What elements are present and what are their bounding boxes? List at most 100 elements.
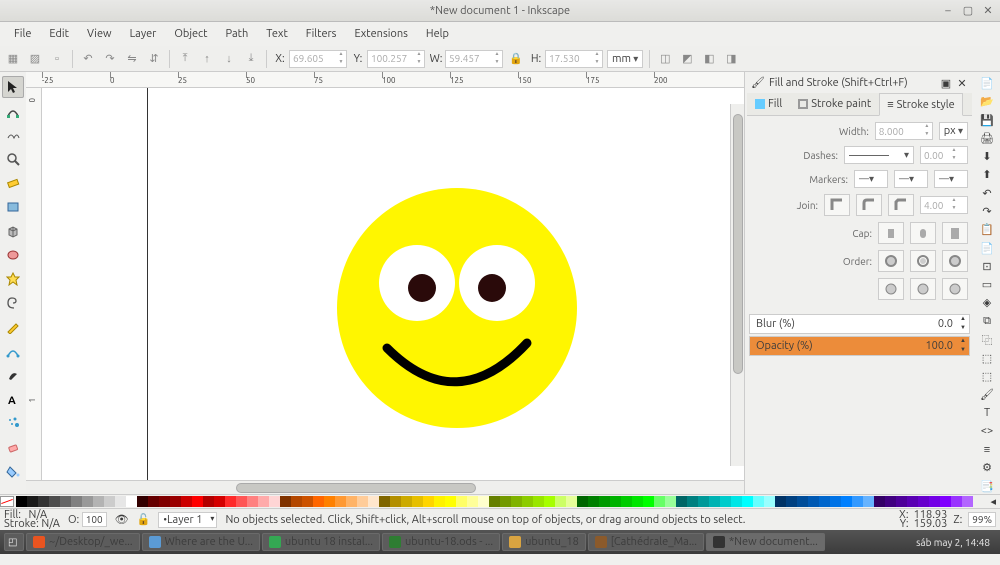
dashes-offset-input[interactable]: ▲▼ (920, 146, 968, 164)
color-swatch[interactable] (896, 496, 907, 507)
group-icon[interactable]: ⬚ (976, 351, 998, 366)
color-swatch[interactable] (720, 496, 731, 507)
menu-filters[interactable]: Filters (298, 25, 345, 43)
color-swatch[interactable] (137, 496, 148, 507)
task-item[interactable]: Where are the U... (142, 533, 260, 551)
task-item[interactable]: [Cathédrale_Ma... (588, 533, 704, 551)
color-swatch[interactable] (27, 496, 38, 507)
color-swatch[interactable] (632, 496, 643, 507)
task-item[interactable]: ubuntu-18.ods - ... (382, 533, 500, 551)
zoom-drawing-icon[interactable]: ◈ (976, 295, 998, 310)
color-swatch[interactable] (203, 496, 214, 507)
color-swatch[interactable] (533, 496, 544, 507)
color-swatch[interactable] (225, 496, 236, 507)
color-swatch[interactable] (148, 496, 159, 507)
order-fms-button[interactable] (942, 250, 968, 272)
color-swatch[interactable] (302, 496, 313, 507)
color-swatch[interactable] (38, 496, 49, 507)
bucket-tool[interactable] (2, 460, 24, 482)
marker-mid[interactable]: —▾ (894, 170, 928, 188)
spray-tool[interactable] (2, 412, 24, 434)
tweak-tool[interactable] (2, 124, 24, 146)
color-swatch[interactable] (786, 496, 797, 507)
y-input[interactable]: ▲▼ (367, 50, 425, 68)
doc-props-icon[interactable]: 📑 (976, 479, 998, 494)
blur-slider[interactable]: Blur (%)0.0▲▼ (749, 314, 970, 334)
maximize-button[interactable]: ▢ (962, 5, 974, 17)
ruler-horizontal[interactable]: -250255075100125150175200 (26, 72, 744, 88)
smiley-drawing[interactable] (332, 183, 582, 433)
color-swatch[interactable] (610, 496, 621, 507)
prefs-icon[interactable]: ⚙ (976, 460, 998, 475)
layer-selector[interactable]: •Layer 1 (158, 512, 217, 528)
color-swatch[interactable] (71, 496, 82, 507)
color-swatch[interactable] (929, 496, 940, 507)
color-swatch[interactable] (544, 496, 555, 507)
taskbar-clock[interactable]: sáb may 2, 14:48 (916, 537, 996, 548)
color-swatch[interactable] (599, 496, 610, 507)
ellipse-tool[interactable] (2, 244, 24, 266)
color-swatch[interactable] (676, 496, 687, 507)
marker-end[interactable]: —▾ (934, 170, 968, 188)
order-fsm-button[interactable] (878, 250, 904, 272)
copy-icon[interactable]: 📋 (976, 222, 998, 237)
paste-icon[interactable]: 📄 (976, 240, 998, 255)
color-swatch[interactable] (159, 496, 170, 507)
color-swatch[interactable] (445, 496, 456, 507)
save-icon[interactable]: 💾 (976, 113, 998, 128)
color-swatch[interactable] (797, 496, 808, 507)
cap-round-button[interactable] (910, 222, 936, 244)
calligraphy-tool[interactable] (2, 364, 24, 386)
color-swatch[interactable] (698, 496, 709, 507)
color-swatch[interactable] (280, 496, 291, 507)
color-swatch[interactable] (93, 496, 104, 507)
color-swatch[interactable] (907, 496, 918, 507)
color-swatch[interactable] (841, 496, 852, 507)
measure-tool[interactable] (2, 172, 24, 194)
color-swatch[interactable] (951, 496, 962, 507)
color-swatch[interactable] (16, 496, 27, 507)
color-swatch[interactable] (511, 496, 522, 507)
color-swatch[interactable] (258, 496, 269, 507)
palette-menu-icon[interactable]: ◂ (986, 495, 1000, 508)
status-stroke[interactable]: N/A (41, 518, 60, 530)
order-mfs-button[interactable] (942, 278, 968, 300)
eraser-tool[interactable] (2, 436, 24, 458)
color-swatch[interactable] (192, 496, 203, 507)
color-swatch[interactable] (368, 496, 379, 507)
fill-stroke-icon[interactable]: 🖌 (976, 387, 998, 402)
color-swatch[interactable] (863, 496, 874, 507)
tab-fill[interactable]: Fill (747, 93, 790, 115)
color-swatch[interactable] (830, 496, 841, 507)
color-swatch[interactable] (753, 496, 764, 507)
star-tool[interactable] (2, 268, 24, 290)
menu-object[interactable]: Object (166, 25, 215, 43)
color-swatch[interactable] (170, 496, 181, 507)
join-miter-button[interactable] (824, 194, 850, 216)
menu-view[interactable]: View (79, 25, 120, 43)
join-bevel-button[interactable] (888, 194, 914, 216)
text-tool[interactable]: A (2, 388, 24, 410)
color-swatch[interactable] (313, 496, 324, 507)
color-swatch[interactable] (236, 496, 247, 507)
color-swatch[interactable] (456, 496, 467, 507)
color-swatch[interactable] (566, 496, 577, 507)
new-doc-icon[interactable]: 📄 (976, 76, 998, 91)
bezier-tool[interactable] (2, 340, 24, 362)
color-swatch[interactable] (181, 496, 192, 507)
color-swatch[interactable] (621, 496, 632, 507)
color-swatch[interactable] (885, 496, 896, 507)
miter-limit-input[interactable]: ▲▼ (920, 196, 968, 214)
color-swatch[interactable] (346, 496, 357, 507)
task-item[interactable]: ~/Desktop/_we... (26, 533, 140, 551)
zoom-fit-icon[interactable]: ⊡ (976, 259, 998, 274)
stroke-width-input[interactable]: ▲▼ (875, 122, 933, 140)
order-msf-button[interactable] (878, 278, 904, 300)
scrollbar-horizontal[interactable] (26, 480, 744, 494)
color-swatch[interactable] (357, 496, 368, 507)
node-tool[interactable] (2, 100, 24, 122)
color-swatch[interactable] (555, 496, 566, 507)
text-dialog-icon[interactable]: T (976, 406, 998, 421)
close-button[interactable]: ✕ (982, 5, 994, 17)
color-swatch[interactable] (401, 496, 412, 507)
